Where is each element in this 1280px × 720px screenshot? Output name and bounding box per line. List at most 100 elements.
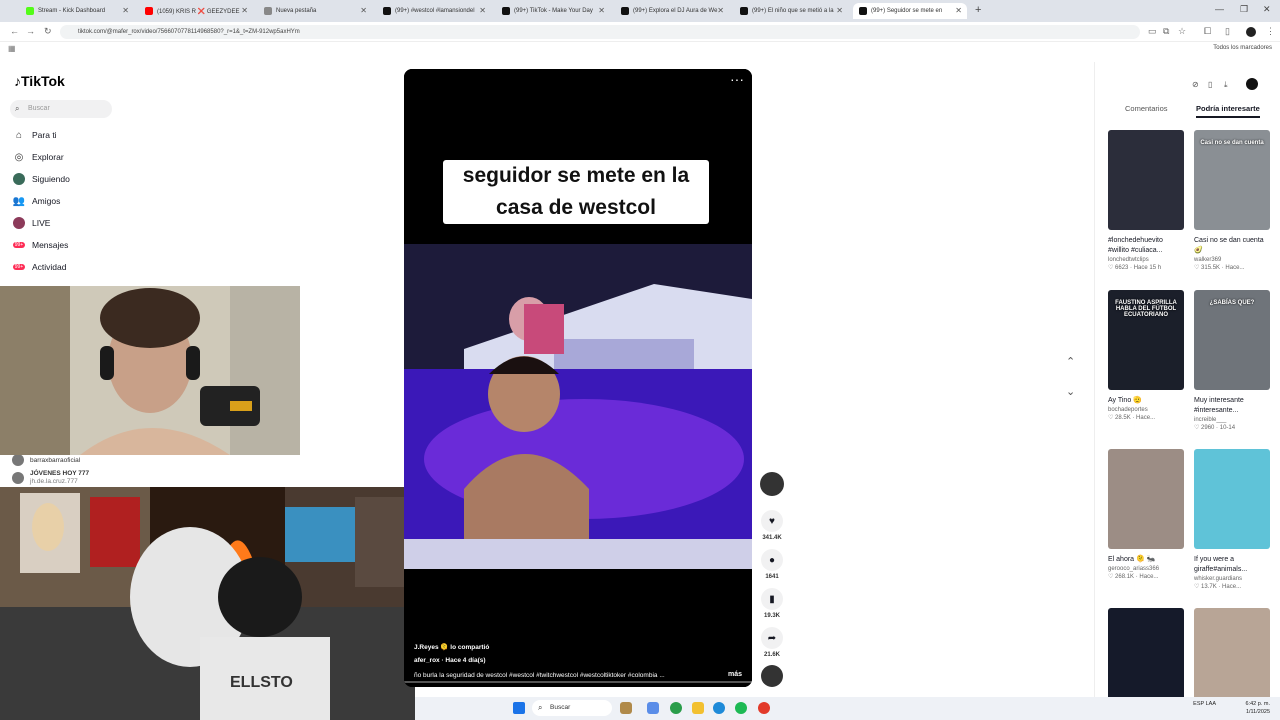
browser-tab[interactable]: (99+) #westcol #lamansiondel ✕ bbox=[377, 3, 491, 19]
file-explorer-icon[interactable] bbox=[692, 702, 704, 714]
tab-close-icon[interactable]: ✕ bbox=[360, 6, 367, 15]
tab-close-icon[interactable]: ✕ bbox=[598, 6, 605, 15]
recommended-video-card[interactable]: If you were a giraffe#animals... whisker.… bbox=[1194, 449, 1270, 590]
author-avatar[interactable] bbox=[760, 472, 784, 496]
share-button[interactable]: ➦ 21.6K bbox=[760, 627, 784, 658]
edge-icon[interactable] bbox=[713, 702, 725, 714]
all-bookmarks-link[interactable]: Todos los marcadores bbox=[1213, 45, 1272, 51]
card-username[interactable]: gerooco_ariass366 bbox=[1108, 566, 1184, 572]
tab-comentarios[interactable]: Comentarios bbox=[1125, 104, 1168, 113]
recommended-video-card[interactable]: FAUSTINO ASPRILLA HABLA DEL FÚTBOL ECUAT… bbox=[1108, 290, 1184, 421]
sidebar-item-actividad[interactable]: 99+ Actividad bbox=[12, 258, 67, 276]
browser-tab[interactable]: (99+) Explora el DJ Aura de We ✕ bbox=[615, 3, 729, 19]
tab-close-icon[interactable]: ✕ bbox=[955, 6, 962, 15]
card-meta: ♡ 2960 · 10-14 bbox=[1194, 425, 1236, 431]
tab-podria-interesarte[interactable]: Podría interesarte bbox=[1196, 104, 1260, 118]
video-thumbnail[interactable] bbox=[1194, 608, 1270, 700]
minimize-button[interactable]: — bbox=[1215, 4, 1224, 14]
search-input[interactable]: ⌕ Buscar bbox=[10, 100, 112, 118]
device-icon[interactable]: ▯ bbox=[1208, 80, 1212, 89]
compass-small-icon[interactable]: ⊘ bbox=[1192, 80, 1199, 89]
video-player[interactable]: seguidor se mete en la casa de westcol ·… bbox=[404, 69, 752, 687]
translate-icon[interactable]: ⧉ bbox=[1163, 26, 1169, 37]
chrome-icon[interactable] bbox=[670, 702, 682, 714]
recommended-video-card[interactable]: ¿SABÍAS QUE? Muy interesante #interesante… bbox=[1194, 290, 1270, 431]
comment-button[interactable]: ● 1641 bbox=[760, 549, 784, 580]
apps-grid-icon[interactable]: ▦ bbox=[8, 44, 16, 53]
more-options-icon[interactable]: ··· bbox=[730, 71, 744, 87]
video-author[interactable]: afer_rox · Hace 4 día(s) bbox=[414, 657, 486, 664]
video-thumbnail[interactable]: Casi no se dan cuenta bbox=[1194, 130, 1270, 230]
sidepanel-icon[interactable]: ▯ bbox=[1225, 26, 1230, 37]
video-thumbnail[interactable] bbox=[1108, 130, 1184, 230]
sidebar-item-siguiendo[interactable]: Siguiendo bbox=[12, 170, 70, 188]
save-button[interactable]: ▮ 19.3K bbox=[760, 588, 784, 619]
like-button[interactable]: ♥ 341.4K bbox=[760, 510, 784, 541]
followed-account[interactable]: JÓVENES HOY 777 jh.de.la.cruz.777 bbox=[12, 470, 89, 486]
more-link[interactable]: más bbox=[728, 671, 742, 678]
recommended-video-card[interactable]: #lonchedehuevito #willito #culiaca... lon… bbox=[1108, 130, 1184, 271]
card-username[interactable]: lonchedtwtclips bbox=[1108, 257, 1184, 263]
browser-tab[interactable]: Nueva pestaña ✕ bbox=[258, 3, 372, 19]
video-progress-bar[interactable] bbox=[404, 681, 752, 683]
card-username[interactable]: whisker.guardians bbox=[1194, 576, 1270, 582]
url-field[interactable]: tiktok.com/@mafer_rox/video/756607077811… bbox=[60, 25, 1140, 39]
video-thumbnail[interactable] bbox=[1108, 449, 1184, 549]
taskbar-app-icon[interactable] bbox=[758, 702, 770, 714]
menu-icon[interactable]: ⋮ bbox=[1266, 26, 1275, 37]
tab-close-icon[interactable]: ✕ bbox=[717, 6, 724, 15]
bookmark-star-icon[interactable]: ☆ bbox=[1178, 26, 1186, 37]
forward-icon[interactable]: → bbox=[26, 26, 35, 36]
windows-start-icon[interactable] bbox=[513, 702, 525, 714]
close-window-button[interactable]: ✕ bbox=[1263, 4, 1271, 15]
maximize-button[interactable]: ❐ bbox=[1240, 4, 1248, 15]
next-video-arrow-icon[interactable]: ⌄ bbox=[1066, 385, 1075, 398]
spotify-icon[interactable] bbox=[735, 702, 747, 714]
reload-icon[interactable]: ↻ bbox=[44, 26, 52, 37]
browser-tab[interactable]: (99+) El niño que se metió a la ✕ bbox=[734, 3, 848, 19]
language-indicator[interactable]: ESP LAA bbox=[1193, 700, 1216, 708]
followed-account[interactable]: barraxbarraoficial bbox=[12, 454, 80, 466]
download-icon[interactable]: ⤓ bbox=[1224, 80, 1228, 90]
clock[interactable]: 6:42 p. m. 1/11/2025 bbox=[1246, 700, 1270, 716]
address-bar-row: ← → ↻ tiktok.com/@mafer_rox/video/756607… bbox=[0, 22, 1280, 42]
sidebar-item-para-ti[interactable]: ⌂ Para ti bbox=[12, 126, 57, 144]
browser-tab[interactable]: (99+) Seguidor se mete en ✕ bbox=[853, 3, 967, 19]
new-tab-button[interactable]: + bbox=[975, 4, 981, 16]
recommended-video-card[interactable] bbox=[1108, 608, 1184, 700]
tab-close-icon[interactable]: ✕ bbox=[241, 6, 248, 15]
taskbar-app-icon[interactable] bbox=[620, 702, 632, 714]
card-username[interactable]: increible___ bbox=[1194, 417, 1270, 423]
taskbar-search[interactable]: ⌕ Buscar bbox=[532, 700, 612, 716]
video-thumbnail[interactable] bbox=[1194, 449, 1270, 549]
tab-close-icon[interactable]: ✕ bbox=[122, 6, 129, 15]
extensions-icon[interactable]: ⧠ bbox=[1204, 26, 1211, 37]
sidebar-item-mensajes[interactable]: 99+ Mensajes bbox=[12, 236, 68, 254]
recommended-video-card[interactable]: Casi no se dan cuenta Casi no se dan cuen… bbox=[1194, 130, 1270, 271]
taskbar-app-icon[interactable] bbox=[647, 702, 659, 714]
sound-avatar[interactable] bbox=[760, 665, 784, 687]
browser-tab[interactable]: (99+) TikTok - Make Your Day ✕ bbox=[496, 3, 610, 19]
tiktok-logo[interactable]: ♪TikTok bbox=[14, 73, 65, 89]
browser-tab[interactable]: Stream - Kick Dashboard ✕ bbox=[20, 3, 134, 19]
profile-avatar[interactable] bbox=[1246, 27, 1256, 37]
browser-tab[interactable]: (1059) KRIS R ❌ GEEZYDEE ✕ bbox=[139, 3, 253, 19]
tab-close-icon[interactable]: ✕ bbox=[836, 6, 843, 15]
sidebar-item-live[interactable]: LIVE bbox=[12, 214, 50, 232]
user-avatar[interactable] bbox=[1246, 78, 1258, 90]
cast-icon[interactable]: ▭ bbox=[1148, 26, 1157, 37]
card-username[interactable]: bochadeportes bbox=[1108, 407, 1184, 413]
heart-icon: ♥ bbox=[761, 510, 783, 532]
recommended-video-card[interactable] bbox=[1194, 608, 1270, 700]
sidebar-item-explorar[interactable]: ◎ Explorar bbox=[12, 148, 64, 166]
video-thumbnail[interactable] bbox=[1108, 608, 1184, 700]
card-username[interactable]: walker369 bbox=[1194, 257, 1270, 263]
sidebar-item-amigos[interactable]: 👥 Amigos bbox=[12, 192, 61, 210]
previous-video-arrow-icon[interactable]: ⌃ bbox=[1066, 355, 1075, 368]
recommended-video-card[interactable]: El ahora 🫠 🐜 gerooco_ariass366 ♡ 268.1K · … bbox=[1108, 449, 1184, 580]
home-icon: ⌂ bbox=[15, 129, 23, 141]
video-thumbnail[interactable]: ¿SABÍAS QUE? bbox=[1194, 290, 1270, 390]
back-icon[interactable]: ← bbox=[10, 26, 19, 36]
video-thumbnail[interactable]: FAUSTINO ASPRILLA HABLA DEL FÚTBOL ECUAT… bbox=[1108, 290, 1184, 390]
tab-close-icon[interactable]: ✕ bbox=[479, 6, 486, 15]
